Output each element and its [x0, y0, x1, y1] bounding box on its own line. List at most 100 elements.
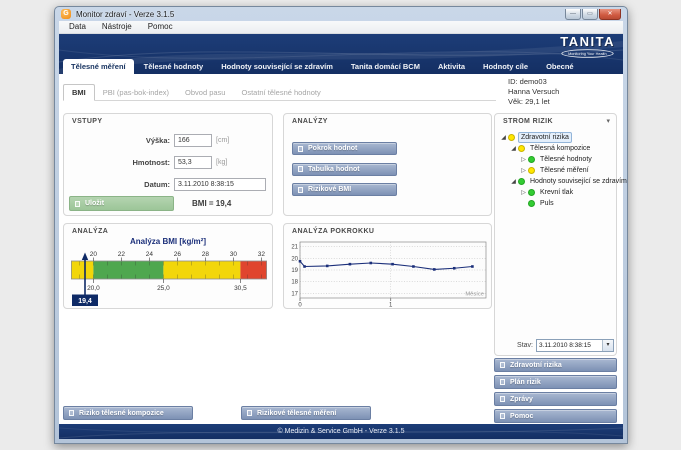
status-dot-green [528, 200, 535, 207]
user-name: Hanna Versuch [508, 87, 559, 97]
progress-panel-title: ANALÝZA POKROKKU [284, 224, 491, 235]
menu-item-n-stroje[interactable]: Nástroje [94, 21, 140, 33]
close-icon[interactable]: ✕ [599, 9, 621, 20]
titlebar[interactable]: G Monitor zdraví - Verze 3.1.5 — ▭ ✕ [55, 7, 627, 21]
save-button[interactable]: Uložit [69, 196, 174, 211]
input-hmotnost[interactable] [174, 156, 212, 169]
status-date-select[interactable]: 3.11.2010 8:38:15 ▾ [536, 339, 614, 352]
tab-t-lesn-hodnoty[interactable]: Tělesné hodnoty [136, 59, 212, 74]
svg-text:30: 30 [230, 251, 238, 258]
button-label: Zprávy [510, 396, 533, 403]
input-v-ka[interactable] [174, 134, 212, 147]
button-bullet-icon [500, 396, 505, 402]
subtab-ostatn-t-lesn-hodnoty[interactable]: Ostatní tělesné hodnoty [233, 85, 328, 100]
button-label: Plán rizik [510, 379, 541, 386]
desktop-background: G Monitor zdraví - Verze 3.1.5 — ▭ ✕ Dat… [0, 0, 681, 450]
tree-item-t-lesn-kompozice[interactable]: ◢Tělesná kompozice [495, 143, 616, 154]
collapse-panel-icon[interactable]: ▾ [606, 117, 610, 125]
status-dot-green [518, 178, 525, 185]
field-unit: [cm] [216, 137, 229, 144]
subtab-obvod-pasu[interactable]: Obvod pasu [177, 85, 233, 100]
svg-text:24: 24 [146, 251, 154, 258]
svg-text:18: 18 [291, 280, 298, 286]
expander-expanded-icon[interactable]: ◢ [509, 145, 518, 152]
menubar: DataNástrojePomoc [59, 21, 623, 34]
maximize-icon[interactable]: ▭ [582, 9, 598, 20]
status-dot-yellow [508, 134, 515, 141]
progress-analysis-panel: ANALÝZA POKROKKU 212019181701Měsíce [283, 223, 492, 309]
menu-item-pomoc[interactable]: Pomoc [140, 21, 181, 33]
button-label: Pokrok hodnot [308, 145, 357, 152]
field-label: Datum: [64, 180, 170, 189]
button-bullet-icon [500, 362, 505, 368]
tree-item-puls[interactable]: Puls [495, 198, 616, 209]
svg-text:17: 17 [291, 291, 298, 297]
side-button-pl-n-rizik[interactable]: Plán rizik [494, 375, 617, 389]
field-unit: [kg] [216, 159, 227, 166]
button-label: Tabulka hodnot [308, 166, 360, 173]
save-button-label: Uložit [85, 200, 104, 207]
analyses-panel: ANALÝZY Pokrok hodnotTabulka hodnotRizik… [283, 113, 492, 216]
sub-tabs: BMIPBI (pas-bok-index)Obvod pasuOstatní … [63, 84, 496, 101]
field-row-datum: Datum: [64, 178, 266, 191]
bottom-button-riziko-t-lesn-kompozice[interactable]: Riziko tělesné kompozice [63, 406, 193, 420]
side-button-zpr-vy[interactable]: Zprávy [494, 392, 617, 406]
user-info: ID: demo03 Hanna Versuch Věk: 29,1 let [508, 77, 559, 107]
button-tabulka-hodnot[interactable]: Tabulka hodnot [292, 163, 397, 176]
svg-text:0: 0 [298, 303, 302, 309]
tab-tanita-dom-c-bcm[interactable]: Tanita domácí BCM [343, 59, 428, 74]
svg-text:Měsíce: Měsíce [465, 292, 484, 298]
button-bullet-icon [298, 146, 303, 152]
app-window: G Monitor zdraví - Verze 3.1.5 — ▭ ✕ Dat… [54, 6, 628, 444]
expander-collapsed-icon[interactable]: ▷ [519, 189, 528, 196]
subtab-pbi-pas-bok-index[interactable]: PBI (pas-bok-index) [95, 85, 177, 100]
tree-item-t-lesn-m-en[interactable]: ▷Tělesné měření [495, 165, 616, 176]
tree-item-krevn-tlak[interactable]: ▷Krevní tlak [495, 187, 616, 198]
tree-item-label: Puls [538, 199, 556, 208]
bmi-scale-title: Analýza BMI [kg/m²] [64, 237, 272, 246]
button-bullet-icon [500, 413, 505, 419]
tab-hodnoty-c-le[interactable]: Hodnoty cíle [475, 59, 536, 74]
tab-obecn[interactable]: Obecné [538, 59, 582, 74]
tab-t-lesn-m-en[interactable]: Tělesné měření [63, 59, 134, 74]
status-dot-green [528, 189, 535, 196]
button-label: Riziko tělesné kompozice [79, 410, 164, 417]
status-date-value: 3.11.2010 8:38:15 [537, 342, 602, 349]
tab-hodnoty-souvisej-c-se-zdrav-m[interactable]: Hodnoty související se zdravím [213, 59, 341, 74]
status-dot-yellow [518, 145, 525, 152]
bmi-analysis-panel: ANALÝZA Analýza BMI [kg/m²] 202224262830… [63, 223, 273, 309]
expander-expanded-icon[interactable]: ◢ [509, 178, 518, 185]
side-button-zdravotn-rizika[interactable]: Zdravotní rizika [494, 358, 617, 372]
tree-item-zdravotn-rizika[interactable]: ◢Zdravotní rizika [495, 132, 616, 143]
subtab-bmi[interactable]: BMI [63, 84, 95, 101]
expander-collapsed-icon[interactable]: ▷ [519, 167, 528, 174]
footer-text: © Medizin & Service GmbH - Verze 3.1.5 [278, 428, 405, 435]
button-label: Rizikové tělesné měření [257, 410, 336, 417]
menu-item-data[interactable]: Data [61, 21, 94, 33]
button-label: Zdravotní rizika [510, 362, 562, 369]
expander-expanded-icon[interactable]: ◢ [499, 134, 508, 141]
minimize-icon[interactable]: — [565, 9, 581, 20]
button-rizikov-bmi[interactable]: Rizikové BMI [292, 183, 397, 196]
tab-aktivita[interactable]: Aktivita [430, 59, 473, 74]
brand-name: TANITA [560, 35, 615, 48]
bottom-button-rizikov-t-lesn-m-en[interactable]: Rizikové tělesné měření [241, 406, 371, 420]
side-button-pomoc[interactable]: Pomoc [494, 409, 617, 423]
tanita-logo: TANITA Monitoring Your Health [560, 35, 615, 58]
button-bullet-icon [247, 410, 252, 416]
input-datum[interactable] [174, 178, 266, 191]
tree-item-label: Hodnoty související se zdravím [528, 177, 629, 186]
main-tabs: Tělesné měřeníTělesné hodnotyHodnoty sou… [63, 59, 582, 74]
svg-text:25,0: 25,0 [157, 285, 170, 292]
status-row: Stav: 3.11.2010 8:38:15 ▾ [495, 338, 616, 352]
expander-collapsed-icon[interactable]: ▷ [519, 156, 528, 163]
button-pokrok-hodnot[interactable]: Pokrok hodnot [292, 142, 397, 155]
svg-text:28: 28 [202, 251, 210, 258]
button-bullet-icon [69, 410, 74, 416]
svg-text:26: 26 [174, 251, 182, 258]
field-row-hmotnost: Hmotnost:[kg] [64, 156, 227, 169]
svg-text:20: 20 [291, 256, 298, 262]
svg-text:20,0: 20,0 [87, 285, 100, 292]
tree-item-t-lesn-hodnoty[interactable]: ▷Tělesné hodnoty [495, 154, 616, 165]
tree-item-hodnoty-souvisej-c-se-zdrav-m[interactable]: ◢Hodnoty související se zdravím [495, 176, 616, 187]
